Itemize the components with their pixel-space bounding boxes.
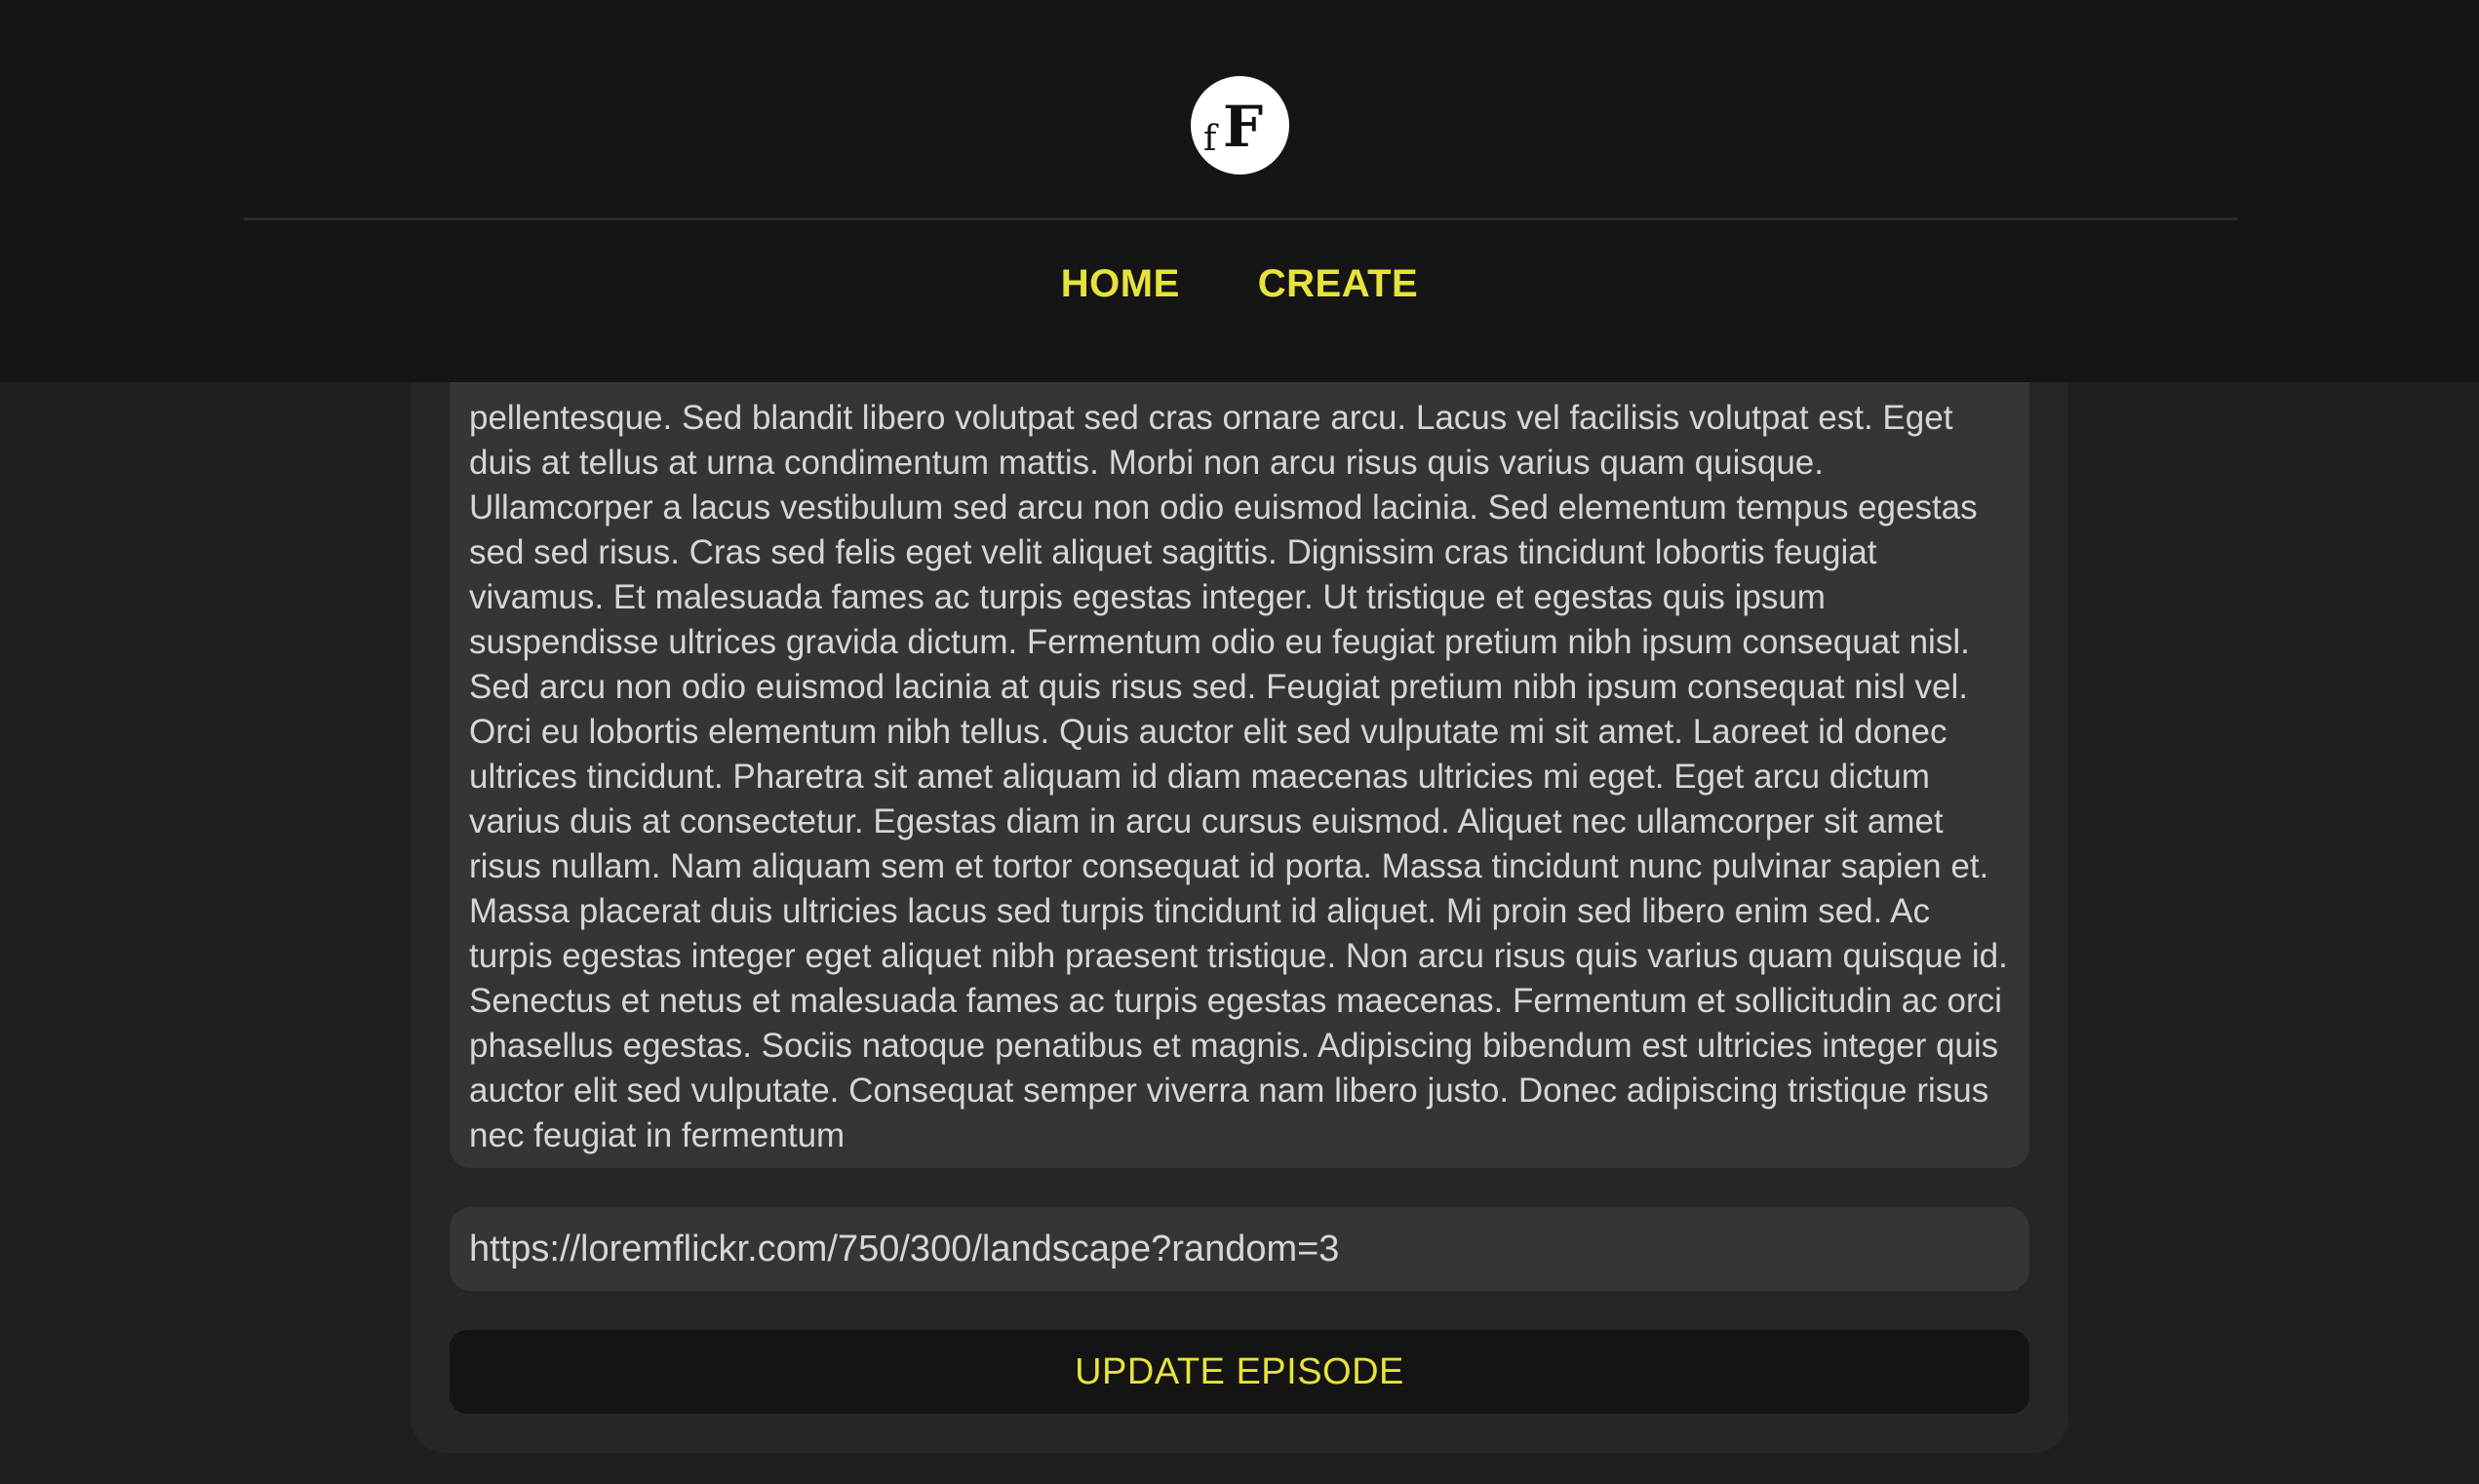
nav-create-link[interactable]: CREATE	[1258, 254, 1418, 314]
logo-icon: f F	[1203, 94, 1263, 160]
header-divider	[244, 217, 2237, 220]
site-header: f F HOME CREATE	[0, 0, 2479, 382]
svg-text:f: f	[1203, 119, 1219, 159]
page: f F HOME CREATE pellentesque. Sed blandi…	[0, 0, 2479, 1484]
image-url-input[interactable]	[450, 1207, 2029, 1291]
main-nav: HOME CREATE	[0, 254, 2479, 314]
nav-home-link[interactable]: HOME	[1061, 254, 1180, 314]
description-textarea[interactable]: pellentesque. Sed blandit libero volutpa…	[450, 322, 2029, 1168]
svg-text:F: F	[1223, 94, 1263, 160]
description-text: pellentesque. Sed blandit libero volutpa…	[469, 399, 2008, 1154]
update-episode-button[interactable]: UPDATE EPISODE	[450, 1330, 2029, 1414]
logo[interactable]: f F	[1191, 76, 1289, 175]
